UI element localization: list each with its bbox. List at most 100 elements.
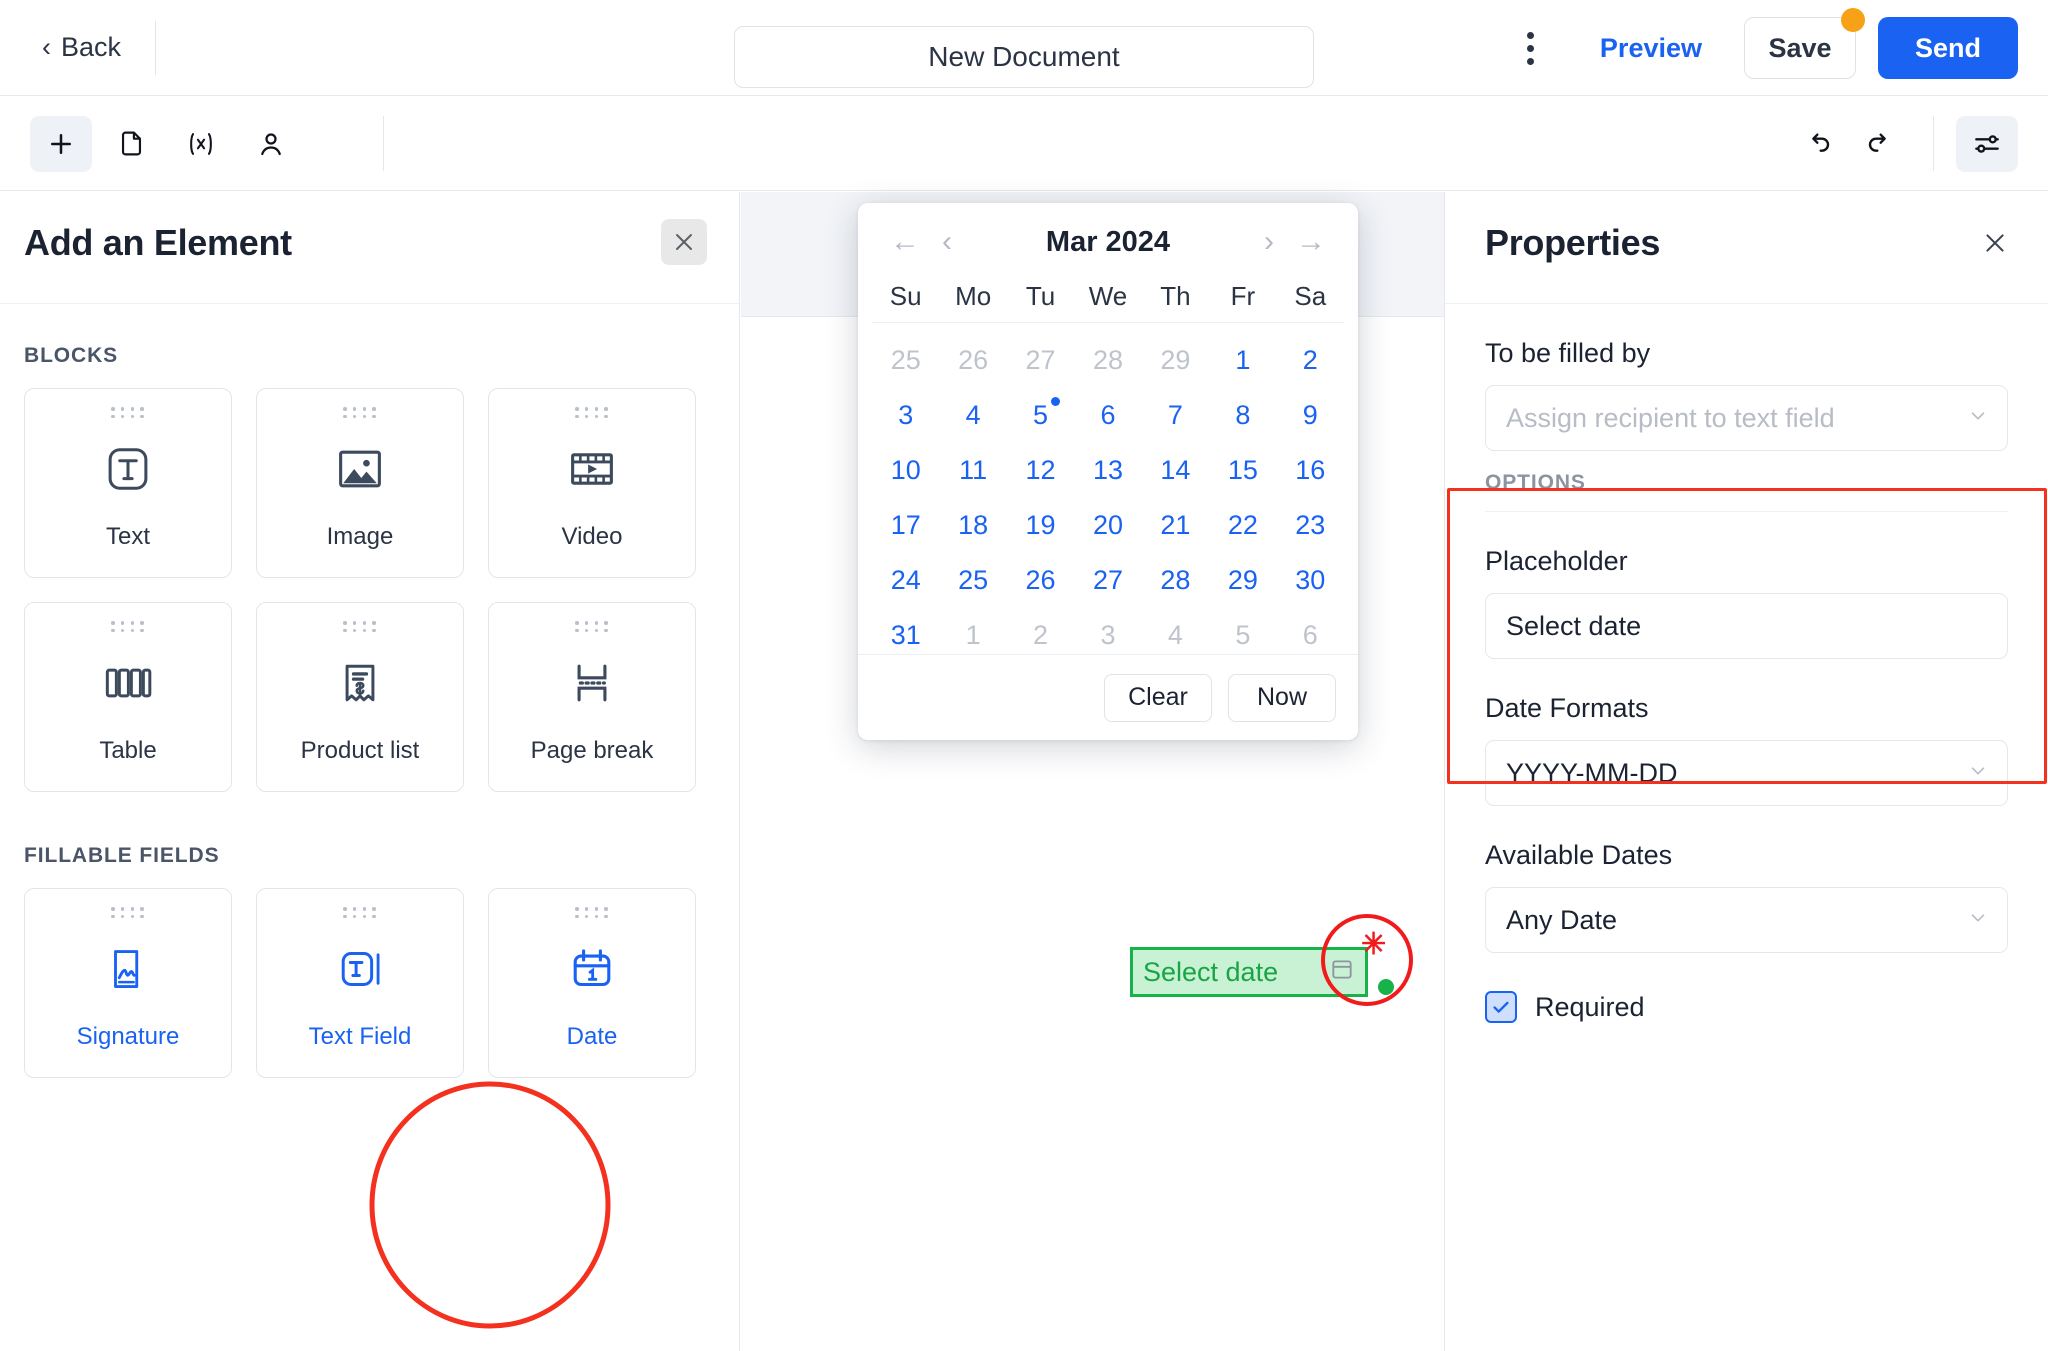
back-label: Back xyxy=(61,32,121,63)
calendar-day[interactable]: 18 xyxy=(939,498,1006,553)
date-field-placeholder-text: Select date xyxy=(1143,957,1278,988)
fillable-card-text-field[interactable]: Text Field xyxy=(256,888,464,1078)
calendar-day[interactable]: 1 xyxy=(1209,333,1276,388)
calendar-day[interactable]: 17 xyxy=(872,498,939,553)
calendar-day[interactable]: 8 xyxy=(1209,388,1276,443)
document-editor-app: ‹ Back Preview Save Send xyxy=(0,0,2048,1351)
calendar-day[interactable]: 6 xyxy=(1074,388,1141,443)
chevron-right-icon[interactable]: › xyxy=(1264,227,1274,257)
add-element-tool[interactable] xyxy=(30,116,92,172)
calendar-day[interactable]: 19 xyxy=(1007,498,1074,553)
document-title-input[interactable] xyxy=(734,26,1314,88)
block-label: Text xyxy=(106,523,150,551)
calendar-day[interactable]: 2 xyxy=(1277,333,1344,388)
calendar-day[interactable]: 15 xyxy=(1209,443,1276,498)
back-button[interactable]: ‹ Back xyxy=(42,0,155,96)
topbar-actions: Preview Save Send xyxy=(1504,0,2018,96)
calendar-day[interactable]: 26 xyxy=(1007,553,1074,608)
calendar-day[interactable]: 29 xyxy=(1209,553,1276,608)
calendar-day[interactable]: 10 xyxy=(872,443,939,498)
person-icon xyxy=(256,129,286,159)
calendar-day[interactable]: 13 xyxy=(1074,443,1141,498)
save-button[interactable]: Save xyxy=(1744,17,1856,79)
table-columns-icon xyxy=(25,628,231,737)
block-card-image[interactable]: Image xyxy=(256,388,464,578)
checkmark-icon xyxy=(1490,996,1512,1018)
field-resize-handle[interactable] xyxy=(1375,976,1397,998)
variables-tool[interactable] xyxy=(170,116,232,172)
top-bar: ‹ Back Preview Save Send xyxy=(0,0,2048,96)
properties-panel: Properties To be filled by Assign recipi… xyxy=(1444,192,2048,1351)
block-card-video[interactable]: Video xyxy=(488,388,696,578)
calendar-day[interactable]: 23 xyxy=(1277,498,1344,553)
calendar-icon xyxy=(1329,957,1355,988)
date-formats-select[interactable]: YYYY-MM-DD xyxy=(1485,740,2008,806)
close-icon xyxy=(1982,230,2008,256)
calendar-day[interactable]: 21 xyxy=(1142,498,1209,553)
calendar-day[interactable]: 20 xyxy=(1074,498,1141,553)
calendar-day[interactable]: 16 xyxy=(1277,443,1344,498)
kebab-menu-icon[interactable] xyxy=(1504,21,1558,75)
fillable-card-signature[interactable]: Signature xyxy=(24,888,232,1078)
redo-tool[interactable] xyxy=(1849,116,1911,172)
calendar-day[interactable]: 24 xyxy=(872,553,939,608)
plus-icon xyxy=(46,129,76,159)
fillable-fields-section-label: FILLABLE FIELDS xyxy=(24,844,739,868)
required-asterisk-marker: ✳ xyxy=(1361,930,1386,960)
preview-button[interactable]: Preview xyxy=(1576,33,1726,64)
calendar-day[interactable]: 14 xyxy=(1142,443,1209,498)
chevron-left-icon: ‹ xyxy=(42,34,51,61)
required-checkbox[interactable] xyxy=(1485,991,1517,1023)
calendar-day[interactable]: 3 xyxy=(872,388,939,443)
calendar-day[interactable]: 22 xyxy=(1209,498,1276,553)
blocks-section-label: BLOCKS xyxy=(24,344,739,368)
calendar-day[interactable]: 12 xyxy=(1007,443,1074,498)
calendar-day[interactable]: 28 xyxy=(1142,553,1209,608)
panel-title: Add an Element xyxy=(24,222,292,264)
block-card-product-list[interactable]: Product list xyxy=(256,602,464,792)
toolbar-divider-left xyxy=(383,116,384,171)
close-properties-panel-button[interactable] xyxy=(1974,222,2016,264)
calendar-day[interactable]: 30 xyxy=(1277,553,1344,608)
calendar-day: 28 xyxy=(1074,333,1141,388)
chevron-down-icon xyxy=(1967,907,1989,934)
properties-panel-header: Properties xyxy=(1445,192,2048,304)
send-button[interactable]: Send xyxy=(1878,17,2018,79)
calendar-clear-button[interactable]: Clear xyxy=(1104,674,1212,722)
available-dates-select[interactable]: Any Date xyxy=(1485,887,2008,953)
recipients-tool[interactable] xyxy=(240,116,302,172)
block-card-page-break[interactable]: Page break xyxy=(488,602,696,792)
fillable-card-date[interactable]: Date xyxy=(488,888,696,1078)
calendar-day[interactable]: 5 xyxy=(1007,388,1074,443)
date-picker-popup[interactable]: ← ‹ Mar 2024 › → Su Mo Tu We Th Fr Sa 25… xyxy=(858,203,1358,740)
calendar-month-label: Mar 2024 xyxy=(890,226,1326,259)
chevron-left-icon[interactable]: ‹ xyxy=(942,227,952,257)
arrow-right-icon[interactable]: → xyxy=(1296,227,1326,257)
calendar-day[interactable]: 4 xyxy=(939,388,1006,443)
close-add-element-panel-button[interactable] xyxy=(661,219,707,265)
pages-tool[interactable] xyxy=(100,116,162,172)
calendar-now-button[interactable]: Now xyxy=(1228,674,1336,722)
calendar-day[interactable]: 27 xyxy=(1074,553,1141,608)
to-be-filled-by-label: To be filled by xyxy=(1485,338,2008,369)
calendar-day[interactable]: 9 xyxy=(1277,388,1344,443)
undo-tool[interactable] xyxy=(1787,116,1849,172)
chevron-down-icon xyxy=(1967,760,1989,787)
calendar-day[interactable]: 7 xyxy=(1142,388,1209,443)
calendar-day: 26 xyxy=(939,333,1006,388)
options-divider xyxy=(1485,511,2008,512)
calendar-day[interactable]: 11 xyxy=(939,443,1006,498)
calendar-day[interactable]: 25 xyxy=(939,553,1006,608)
date-field-on-canvas[interactable]: Select date xyxy=(1130,947,1368,997)
placeholder-input[interactable]: Select date xyxy=(1485,593,2008,659)
required-checkbox-row[interactable]: Required xyxy=(1485,991,2008,1023)
calendar-divider xyxy=(872,322,1344,323)
calendar-days-grid: 2526272829123456789101112131415161718192… xyxy=(858,333,1358,663)
block-card-text[interactable]: Text xyxy=(24,388,232,578)
recipient-select[interactable]: Assign recipient to text field xyxy=(1485,385,2008,451)
settings-tool[interactable] xyxy=(1956,116,2018,172)
block-card-table[interactable]: Table xyxy=(24,602,232,792)
fillable-fields-section: FILLABLE FIELDS Signature xyxy=(0,844,739,1078)
arrow-left-icon[interactable]: ← xyxy=(890,227,920,257)
panel-title: Properties xyxy=(1485,222,1660,264)
